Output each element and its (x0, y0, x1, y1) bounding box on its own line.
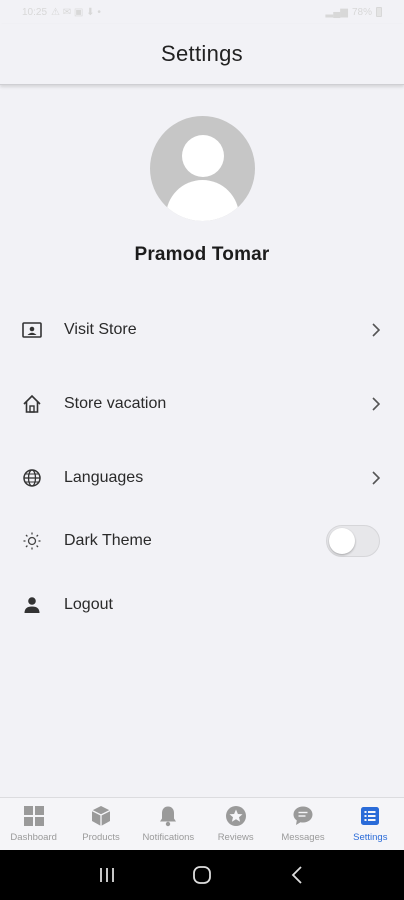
menu-item-dark-theme[interactable]: Dark Theme (0, 521, 404, 561)
system-nav-bar (0, 850, 404, 900)
toggle-knob (329, 528, 355, 554)
status-time: 10:25 (22, 6, 48, 18)
nav-label: Dashboard (10, 832, 57, 843)
grid-icon (22, 804, 46, 828)
home-button-icon[interactable] (187, 860, 217, 890)
profile-name: Pramod Tomar (134, 244, 270, 265)
nav-label: Notifications (142, 832, 195, 843)
bell-icon (156, 804, 180, 828)
menu-item-label: Languages (64, 469, 144, 486)
nav-label: Products (82, 832, 120, 843)
notification-icons: ⚠ ✉ ▣ ⬇ • (51, 6, 101, 18)
nav-label: Messages (281, 832, 325, 843)
nav-item-reviews[interactable]: Reviews (202, 798, 269, 850)
menu-item-label: Visit Store (64, 321, 137, 338)
avatar[interactable] (150, 116, 255, 221)
dark-theme-toggle[interactable] (326, 525, 380, 557)
app-bar: Settings (0, 24, 404, 85)
menu-item-label: Dark Theme (64, 532, 152, 549)
chat-icon (291, 804, 315, 828)
avatar-body-shape (166, 180, 239, 221)
home-icon (22, 394, 42, 414)
bottom-nav: Dashboard Products Notifications Reviews… (0, 797, 404, 850)
signal-icon: ▂▄▆ (325, 6, 348, 18)
nav-item-messages[interactable]: Messages (269, 798, 336, 850)
chevron-right-icon (370, 470, 382, 486)
recent-apps-icon[interactable] (92, 860, 122, 890)
nav-label: Settings (353, 832, 388, 843)
menu-item-visit-store[interactable]: Visit Store (0, 310, 404, 350)
menu-item-store-vacation[interactable]: Store vacation (0, 384, 404, 424)
star-circle-icon (224, 804, 248, 828)
menu-item-label: Store vacation (64, 395, 167, 412)
menu-item-logout[interactable]: Logout (0, 585, 404, 625)
battery-text: 78% (351, 6, 372, 18)
list-icon (358, 804, 382, 828)
status-bar: 10:25 ⚠ ✉ ▣ ⬇ • ▂▄▆ 78% (0, 0, 404, 24)
battery-icon (376, 7, 382, 17)
nav-item-settings[interactable]: Settings (337, 798, 404, 850)
nav-item-dashboard[interactable]: Dashboard (0, 798, 67, 850)
sun-icon (22, 531, 42, 551)
person-icon (22, 595, 42, 615)
globe-icon (22, 468, 42, 488)
avatar-head-shape (182, 135, 224, 177)
menu-item-languages[interactable]: Languages (0, 458, 404, 498)
page-title: Settings (161, 41, 243, 66)
box-icon (89, 804, 113, 828)
nav-label: Reviews (217, 832, 254, 843)
back-icon[interactable] (282, 860, 312, 890)
nav-item-notifications[interactable]: Notifications (135, 798, 202, 850)
chevron-right-icon (370, 396, 382, 412)
menu-item-label: Logout (64, 596, 113, 613)
chevron-right-icon (370, 322, 382, 338)
nav-item-products[interactable]: Products (67, 798, 134, 850)
store-card-icon (22, 320, 42, 340)
